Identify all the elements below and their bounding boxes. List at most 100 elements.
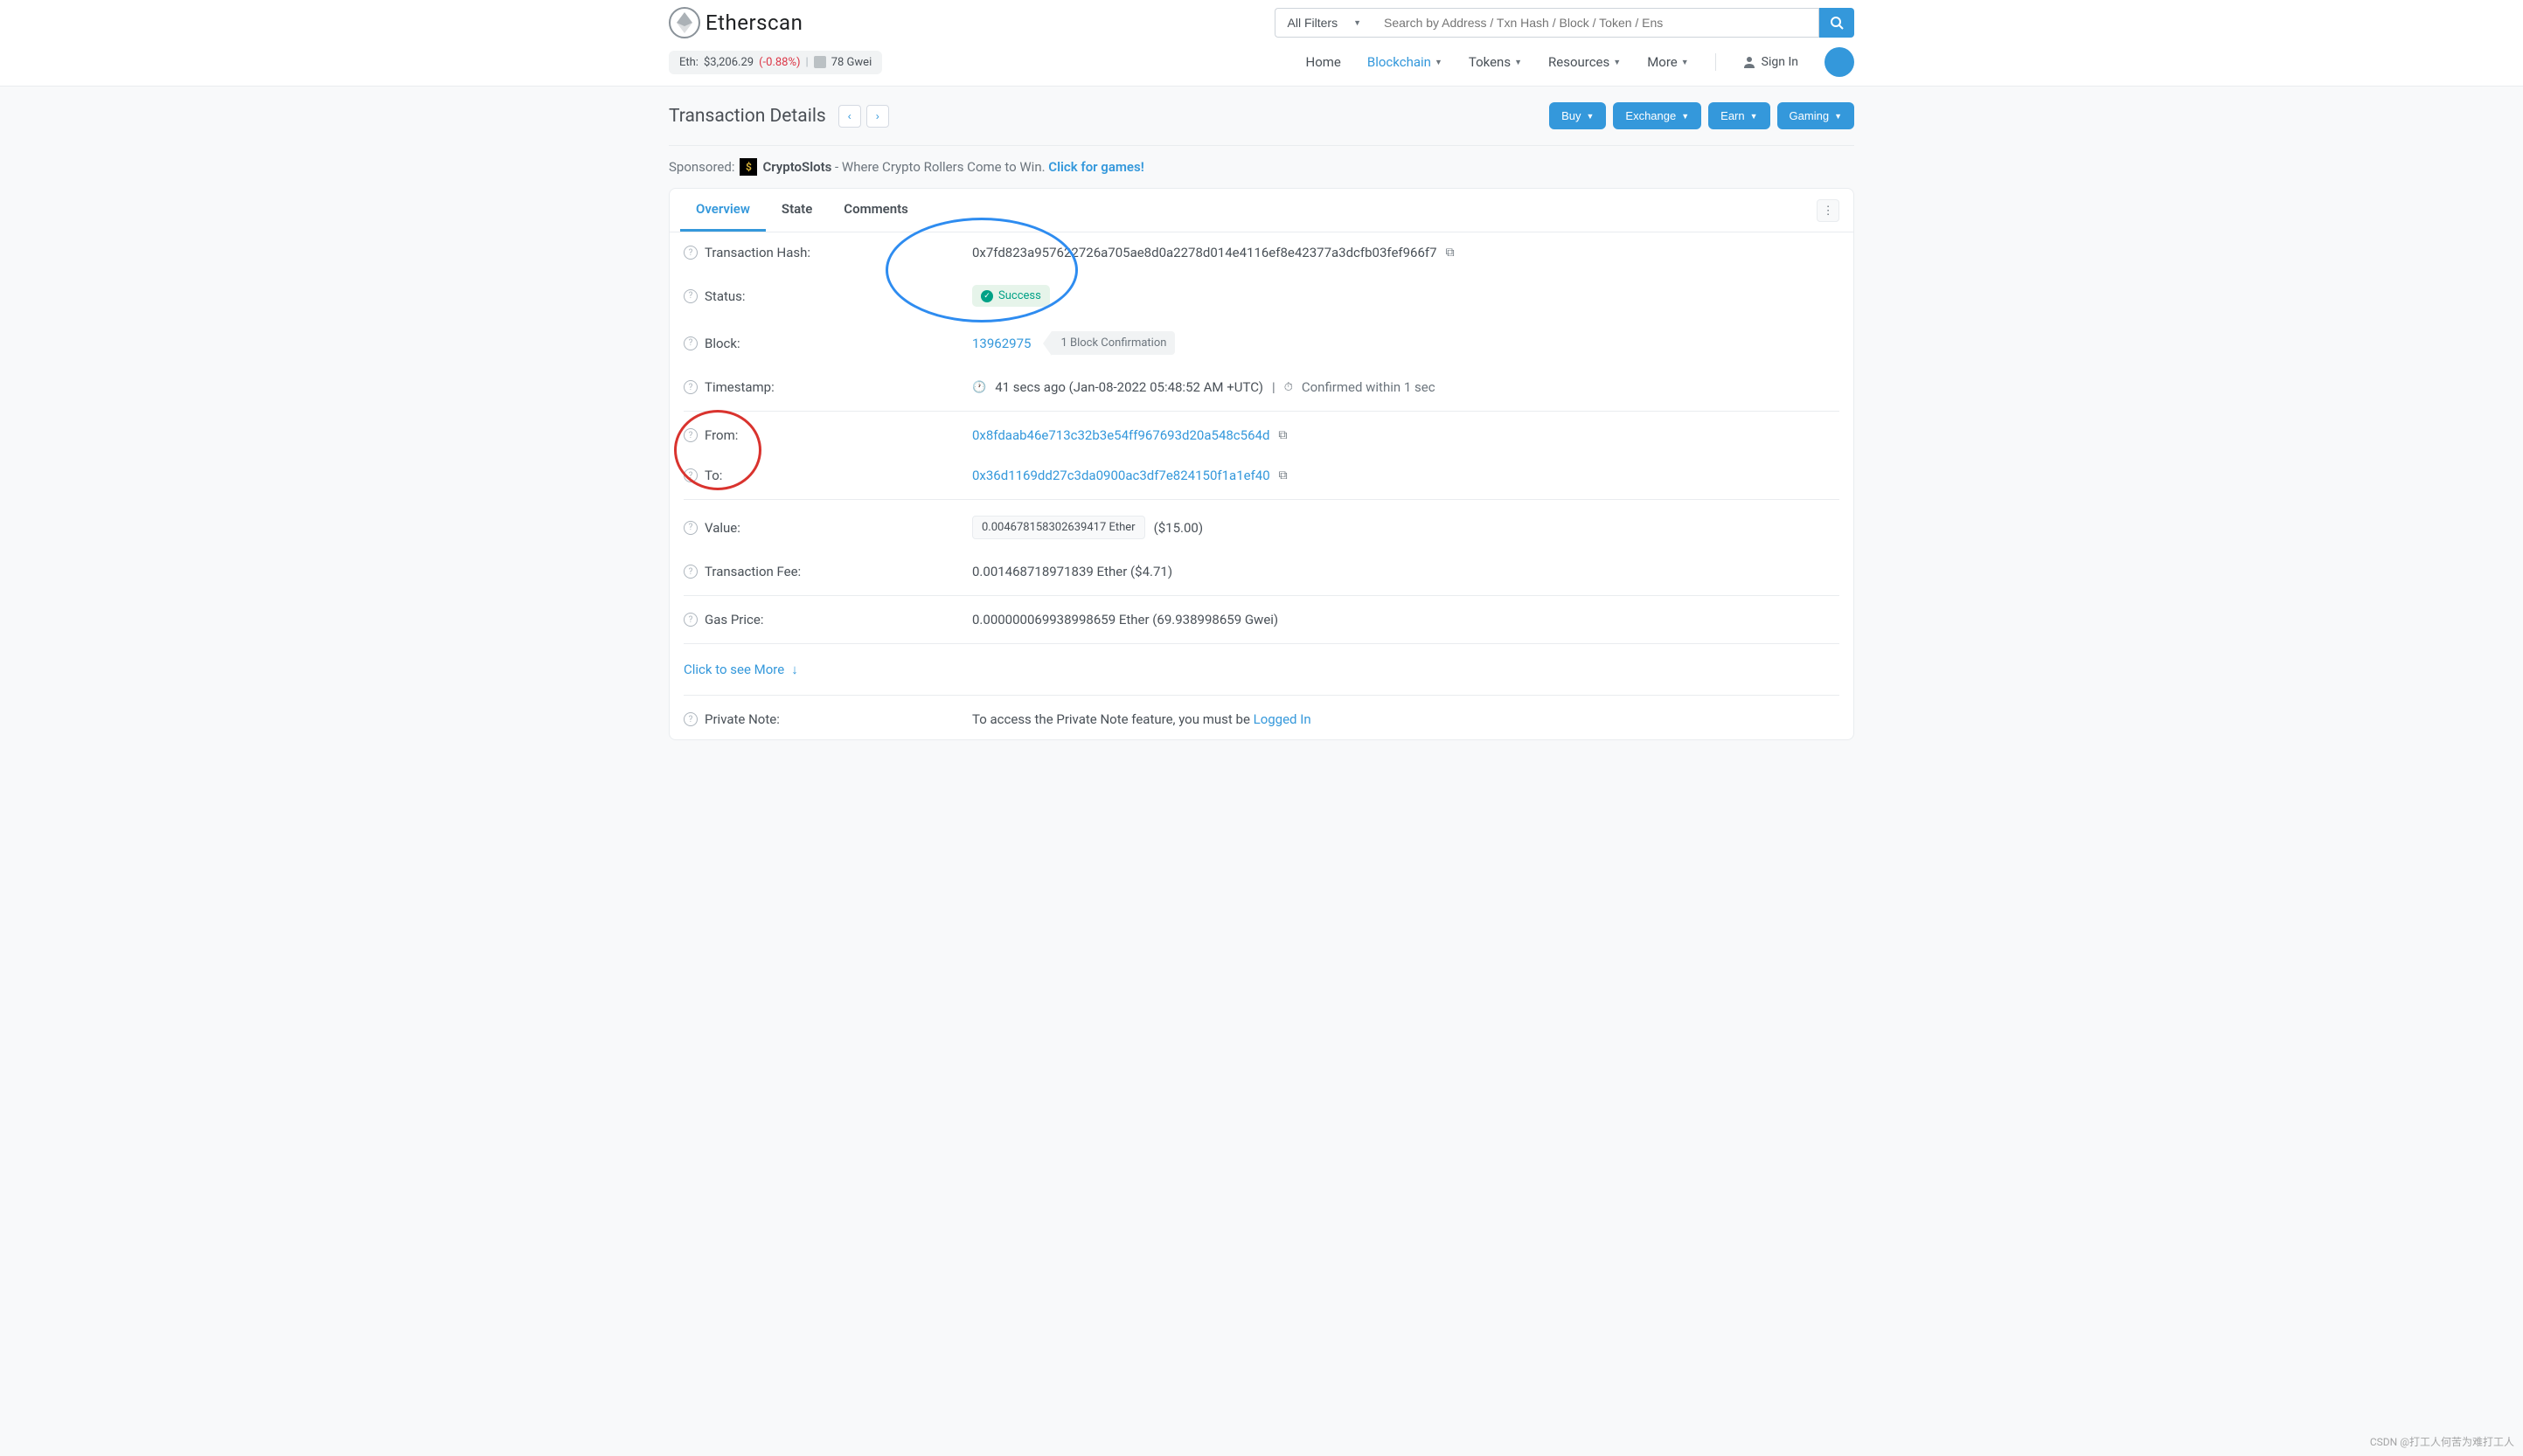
row-block: ? Block: 13962975 1 Block Confirmation <box>670 319 1853 367</box>
sep: | <box>806 56 809 69</box>
gas-value: 0.000000069938998659 Ether (69.938998659… <box>972 612 1278 627</box>
earn-button[interactable]: Earn ▼ <box>1708 102 1769 129</box>
row-value: ? Value: 0.004678158302639417 Ether ($15.… <box>670 503 1853 551</box>
chevron-down-icon: ▼ <box>1834 112 1842 121</box>
page-title: Transaction Details ‹ › <box>669 105 889 128</box>
logo-icon <box>669 7 700 38</box>
filter-dropdown[interactable]: All Filters ▼ <box>1275 8 1373 38</box>
gas-icon <box>814 56 826 68</box>
value-eth: 0.004678158302639417 Ether <box>972 516 1145 539</box>
nav-tokens[interactable]: Tokens ▼ <box>1469 54 1522 70</box>
chevron-down-icon: ▼ <box>1681 58 1689 67</box>
help-icon[interactable]: ? <box>684 521 698 535</box>
eth-price: $3,206.29 <box>704 56 754 69</box>
buy-button[interactable]: Buy ▼ <box>1549 102 1606 129</box>
divider <box>684 411 1839 412</box>
row-status: ? Status: ✓ Success <box>670 273 1853 319</box>
row-gas: ? Gas Price: 0.000000069938998659 Ether (… <box>670 600 1853 640</box>
tabs: Overview State Comments ⋮ <box>670 189 1853 232</box>
filter-label: All Filters <box>1288 16 1338 30</box>
prev-tx-button[interactable]: ‹ <box>838 105 861 128</box>
timestamp-value: 41 secs ago (Jan-08-2022 05:48:52 AM +UT… <box>995 379 1263 395</box>
confirmed-value: Confirmed within 1 sec <box>1302 379 1435 395</box>
copy-icon[interactable]: ⧉ <box>1446 246 1455 260</box>
logo[interactable]: Etherscan <box>669 7 803 38</box>
help-icon[interactable]: ? <box>684 428 698 442</box>
value-usd: ($15.00) <box>1154 520 1203 536</box>
fee-value: 0.001468718971839 Ether ($4.71) <box>972 564 1172 579</box>
search-bar: All Filters ▼ <box>1275 8 1854 38</box>
gaming-button[interactable]: Gaming ▼ <box>1777 102 1854 129</box>
eth-label: Eth: <box>679 56 699 69</box>
label-to: To: <box>705 468 722 483</box>
confirmations-badge: 1 Block Confirmation <box>1052 331 1175 355</box>
chevron-down-icon: ▼ <box>1750 112 1758 121</box>
copy-icon[interactable]: ⧉ <box>1279 468 1288 482</box>
exchange-button[interactable]: Exchange ▼ <box>1613 102 1701 129</box>
label-fee: Transaction Fee: <box>705 564 801 579</box>
help-icon[interactable]: ? <box>684 468 698 482</box>
chevron-down-icon: ▼ <box>1353 18 1361 27</box>
user-icon <box>1742 55 1756 69</box>
search-button[interactable] <box>1819 8 1854 38</box>
label-status: Status: <box>705 288 746 304</box>
sponsor-link[interactable]: Click for games! <box>1048 159 1143 175</box>
row-fee: ? Transaction Fee: 0.001468718971839 Ethe… <box>670 551 1853 592</box>
nav-blockchain[interactable]: Blockchain ▼ <box>1367 54 1442 70</box>
label-value: Value: <box>705 520 740 536</box>
clock-icon: 🕐 <box>972 381 986 394</box>
signin-link[interactable]: Sign In <box>1742 55 1798 69</box>
search-input[interactable] <box>1373 8 1819 38</box>
chevron-down-icon: ▼ <box>1586 112 1594 121</box>
from-address-link[interactable]: 0x8fdaab46e713c32b3e54ff967693d20a548c56… <box>972 427 1269 443</box>
tab-more-button[interactable]: ⋮ <box>1817 199 1839 222</box>
help-icon[interactable]: ? <box>684 380 698 394</box>
sponsored-bar: Sponsored: $ CryptoSlots - Where Crypto … <box>669 146 1854 188</box>
title-actions: Buy ▼ Exchange ▼ Earn ▼ Gaming ▼ <box>1549 102 1854 129</box>
copy-icon[interactable]: ⧉ <box>1278 428 1287 442</box>
tab-comments[interactable]: Comments <box>828 189 924 232</box>
help-icon[interactable]: ? <box>684 289 698 303</box>
sponsor-text: - Where Crypto Rollers Come to Win. <box>831 159 1048 175</box>
nav-more[interactable]: More ▼ <box>1647 54 1688 70</box>
label-block: Block: <box>705 336 740 351</box>
login-link[interactable]: Logged In <box>1254 711 1311 727</box>
label-gas: Gas Price: <box>705 612 763 627</box>
chevron-down-icon: ▼ <box>1613 58 1621 67</box>
see-more-link[interactable]: Click to see More ↓ <box>670 648 1853 691</box>
label-note: Private Note: <box>705 711 780 727</box>
sponsor-badge-icon: $ <box>740 158 757 176</box>
help-icon[interactable]: ? <box>684 246 698 260</box>
nav-home[interactable]: Home <box>1306 54 1341 70</box>
help-icon[interactable]: ? <box>684 336 698 350</box>
status-badge: ✓ Success <box>972 285 1050 307</box>
label-tx-hash: Transaction Hash: <box>705 245 810 260</box>
block-link[interactable]: 13962975 <box>972 336 1031 351</box>
sponsor-name[interactable]: CryptoSlots <box>762 159 831 175</box>
search-icon <box>1830 16 1844 30</box>
note-text: To access the Private Note feature, you … <box>972 711 1254 727</box>
label-from: From: <box>705 427 738 443</box>
kebab-icon: ⋮ <box>1822 204 1833 218</box>
logo-text: Etherscan <box>705 10 803 35</box>
tx-hash-value: 0x7fd823a957622726a705ae8d0a2278d014e411… <box>972 245 1437 260</box>
nav-separator <box>1715 53 1716 71</box>
watermark: CSDN @打工人何苦为难打工人 <box>2370 1434 2514 1449</box>
next-tx-button[interactable]: › <box>866 105 889 128</box>
nav-links: Home Blockchain ▼ Tokens ▼ Resources ▼ M… <box>1306 47 1855 77</box>
chevron-down-icon: ▼ <box>1435 58 1442 67</box>
help-icon[interactable]: ? <box>684 613 698 627</box>
help-icon[interactable]: ? <box>684 565 698 579</box>
to-address-link[interactable]: 0x36d1169dd27c3da0900ac3df7e824150f1a1ef… <box>972 468 1270 483</box>
avatar-button[interactable] <box>1824 47 1854 77</box>
nav-resources[interactable]: Resources ▼ <box>1548 54 1621 70</box>
row-to: ? To: 0x36d1169dd27c3da0900ac3df7e824150f… <box>670 455 1853 496</box>
price-pill: Eth: $3,206.29 (-0.88%) | 78 Gwei <box>669 51 882 74</box>
help-icon[interactable]: ? <box>684 712 698 726</box>
tab-state[interactable]: State <box>766 189 828 232</box>
divider <box>684 499 1839 500</box>
row-tx-hash: ? Transaction Hash: 0x7fd823a957622726a70… <box>670 232 1853 273</box>
divider <box>684 695 1839 696</box>
tx-card: Overview State Comments ⋮ ? Transaction H… <box>669 188 1854 740</box>
tab-overview[interactable]: Overview <box>680 189 766 232</box>
